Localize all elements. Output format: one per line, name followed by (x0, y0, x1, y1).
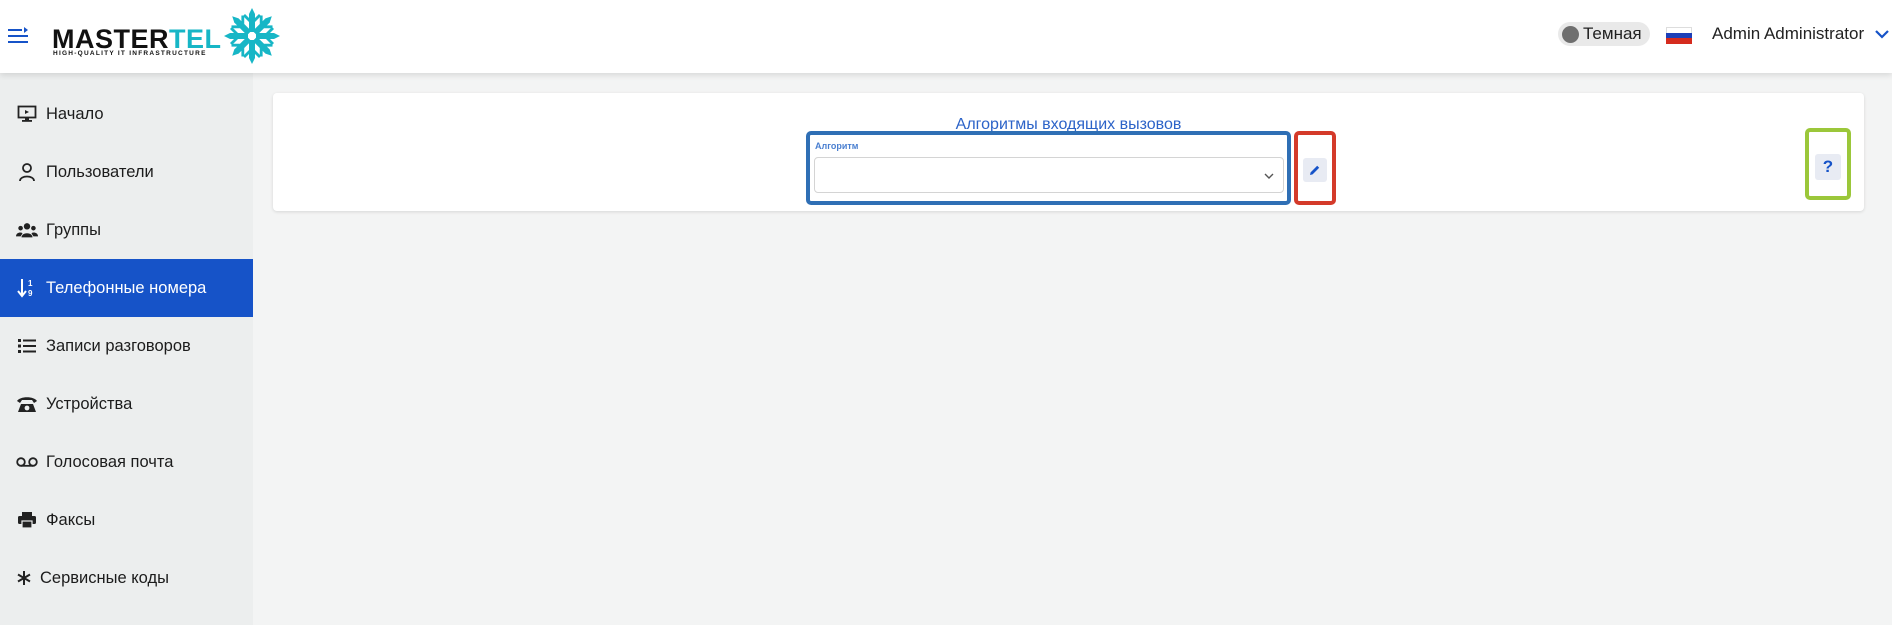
chevron-down-icon (1875, 30, 1889, 39)
sidebar-item-groups[interactable]: Группы (0, 201, 253, 259)
sidebar-item-label: Записи разговоров (46, 336, 191, 355)
top-bar: MASTERTEL HIGH-QUALITY IT INFRASTRUCTURE (0, 0, 1892, 73)
phone-icon (16, 393, 38, 415)
svg-text:9: 9 (28, 289, 33, 298)
sort-numbers-icon: 19 (16, 277, 38, 299)
user-menu[interactable]: Admin Administrator (1712, 24, 1890, 44)
sidebar-item-voicemail[interactable]: Голосовая почта (0, 433, 253, 491)
edit-button-group (1294, 131, 1336, 205)
help-button-group: ? (1805, 128, 1851, 200)
pencil-icon (1310, 165, 1320, 175)
help-button[interactable]: ? (1815, 154, 1841, 180)
flag-ru-icon[interactable] (1666, 27, 1692, 44)
sidebar-item-label: Голосовая почта (46, 452, 174, 471)
menu-toggle-icon[interactable] (6, 24, 30, 48)
theme-toggle[interactable]: Темная (1558, 22, 1650, 46)
voicemail-icon (16, 451, 38, 473)
algorithm-select-label: Алгоритм (815, 141, 859, 151)
sidebar-item-label: Начало (46, 104, 104, 123)
logo-tagline: HIGH-QUALITY IT INFRASTRUCTURE (53, 50, 207, 57)
user-name: Admin Administrator (1712, 24, 1865, 43)
users-group-icon (16, 219, 38, 241)
snowflake-logo-icon (224, 8, 280, 64)
sidebar-item-phone-numbers[interactable]: 19 Телефонные номера (0, 259, 253, 317)
user-icon (16, 161, 38, 183)
sidebar-item-label: Телефонные номера (46, 278, 207, 297)
printer-icon (16, 509, 38, 531)
algorithm-select-group: Алгоритм (806, 131, 1291, 205)
sidebar: Начало Пользователи Группы 19 Телефонные… (0, 73, 253, 625)
algorithm-select[interactable] (814, 157, 1284, 193)
sidebar-item-devices[interactable]: Устройства (0, 375, 253, 433)
toggle-knob-icon (1562, 25, 1579, 43)
sidebar-item-call-records[interactable]: Записи разговоров (0, 317, 253, 375)
theme-toggle-label: Темная (1583, 24, 1642, 43)
monitor-icon (16, 103, 38, 125)
chevron-down-icon (1264, 173, 1274, 179)
sidebar-item-service-codes[interactable]: Сервисные коды (0, 549, 253, 607)
incoming-routing-card: Алгоритмы входящих вызовов Алгоритм ? (273, 93, 1864, 211)
sidebar-item-faxes[interactable]: Факсы (0, 491, 253, 549)
list-icon (16, 335, 38, 357)
asterisk-icon (16, 567, 32, 589)
sidebar-item-label: Группы (46, 220, 101, 239)
sidebar-item-label: Устройства (46, 394, 133, 413)
sidebar-item-label: Сервисные коды (40, 568, 169, 587)
sidebar-item-label: Пользователи (46, 162, 154, 181)
svg-text:1: 1 (28, 279, 33, 288)
sidebar-item-label: Факсы (46, 510, 96, 529)
sidebar-item-users[interactable]: Пользователи (0, 143, 253, 201)
edit-button[interactable] (1303, 158, 1327, 182)
logo[interactable]: MASTERTEL HIGH-QUALITY IT INFRASTRUCTURE (52, 6, 292, 66)
sidebar-item-home[interactable]: Начало (0, 85, 253, 143)
